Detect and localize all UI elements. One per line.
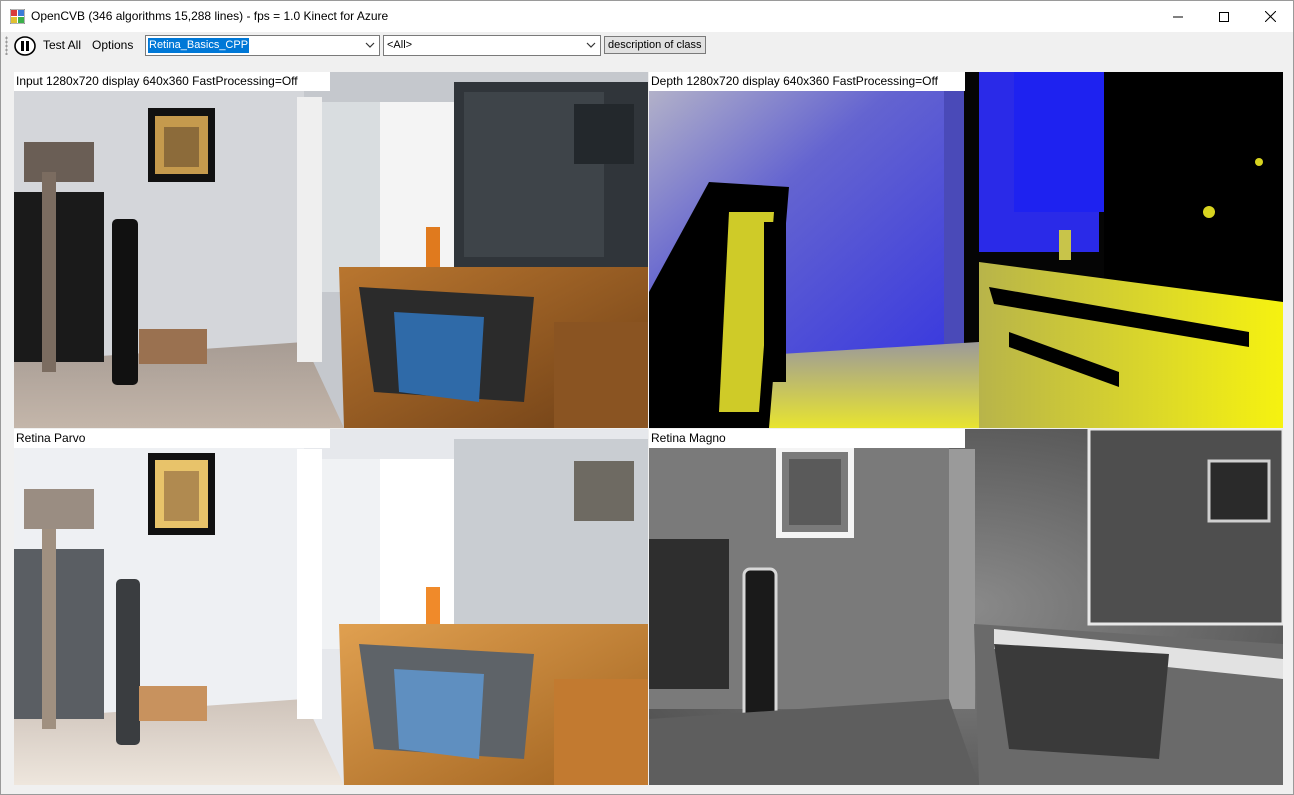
retina-magno-panel[interactable]: Retina Magno	[649, 429, 1283, 785]
depth-panel-label: Depth 1280x720 display 640x360 FastProce…	[649, 72, 965, 91]
input-image	[14, 72, 648, 428]
retina-magno-image	[649, 429, 1283, 785]
chevron-down-icon	[365, 42, 375, 48]
parvo-panel-label: Retina Parvo	[14, 429, 330, 448]
pause-button[interactable]	[13, 35, 36, 56]
options-button[interactable]: Options	[92, 38, 133, 52]
group-select[interactable]: <All>	[383, 35, 601, 56]
toolbar: Test All Options Retina_Basics_CPP <All>…	[1, 32, 1293, 59]
window-title: OpenCVB (346 algorithms 15,288 lines) - …	[31, 9, 389, 23]
chevron-down-icon	[586, 42, 596, 48]
depth-image	[649, 72, 1283, 428]
test-all-button[interactable]: Test All	[43, 38, 81, 52]
algorithm-select-value: Retina_Basics_CPP	[148, 38, 250, 53]
description-of-class-button[interactable]: description of class	[604, 36, 706, 54]
retina-parvo-panel[interactable]: Retina Parvo	[14, 429, 648, 785]
magno-panel-label: Retina Magno	[649, 429, 965, 448]
app-window: OpenCVB (346 algorithms 15,288 lines) - …	[0, 0, 1294, 795]
opencvb-app-icon	[10, 9, 25, 24]
depth-image-panel[interactable]: Depth 1280x720 display 640x360 FastProce…	[649, 72, 1283, 428]
maximize-button[interactable]	[1201, 1, 1247, 32]
group-select-value: <All>	[387, 39, 413, 51]
minimize-button[interactable]	[1155, 1, 1201, 32]
pause-icon	[13, 35, 36, 56]
algorithm-select[interactable]: Retina_Basics_CPP	[145, 35, 380, 56]
title-bar[interactable]: OpenCVB (346 algorithms 15,288 lines) - …	[1, 1, 1293, 32]
close-button[interactable]	[1247, 1, 1293, 32]
minimize-icon	[1173, 16, 1183, 17]
input-image-panel[interactable]: Input 1280x720 display 640x360 FastProce…	[14, 72, 648, 428]
close-icon	[1264, 11, 1276, 22]
retina-parvo-image	[14, 429, 648, 785]
maximize-icon	[1219, 11, 1229, 22]
toolbar-grip[interactable]	[5, 36, 8, 55]
input-panel-label: Input 1280x720 display 640x360 FastProce…	[14, 72, 330, 91]
